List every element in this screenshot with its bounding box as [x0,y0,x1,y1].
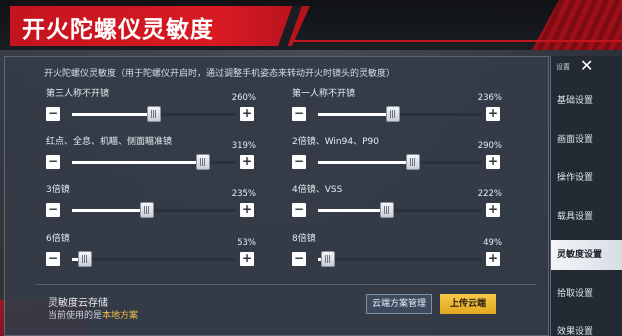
decrease-button[interactable]: − [292,203,306,217]
slider-label: 6倍镜 [46,234,70,244]
slider-fill [318,161,414,164]
slider-value: 222% [477,189,502,199]
slider-value: 319% [231,141,256,151]
slider-thumb[interactable] [147,106,161,122]
slider-fill [318,113,394,116]
slider-fill [318,209,387,212]
slider-thumb[interactable] [406,154,421,170]
close-icon: ✕ [580,56,594,75]
slider-track[interactable] [318,258,482,261]
slider-track[interactable] [318,161,482,164]
close-label: 设置 [556,63,570,71]
close-button[interactable]: 设置 ✕ [552,56,596,75]
slider-fill [72,113,154,116]
cloud-title: 灵敏度云存储 [48,298,108,309]
slider-thumb[interactable] [78,251,93,267]
slider-value: 53% [237,238,256,248]
slider-thumb[interactable] [320,251,335,267]
increase-button[interactable]: + [486,107,500,121]
decrease-button[interactable]: − [292,252,306,266]
increase-button[interactable]: + [240,107,254,121]
slider-thumb[interactable] [386,106,401,122]
slider-value: 235% [231,189,256,199]
slider-label: 8倍镜 [292,234,316,244]
cloud-manage-button[interactable]: 云端方案管理 [366,294,432,314]
sensitivity-slider-row: 红点、全息、机瞄、侧面瞄准镜 319% − + [46,134,256,174]
decrease-button[interactable]: − [292,155,306,169]
panel-description: 开火陀螺仪灵敏度（用于陀螺仪开启时，通过调整手机姿态来转动开火时镜头的灵敏度） [44,69,396,79]
header-stripe-decoration [532,0,622,50]
slider-fill [72,161,204,164]
sidebar-item[interactable]: 基础设置 [551,86,622,116]
sensitivity-slider-row: 第一人称不开镜 236% − + [292,86,502,126]
slider-value: 49% [483,238,502,248]
slider-thumb[interactable] [140,202,155,218]
sidebar-item[interactable]: 操作设置 [551,163,622,193]
slider-value: 260% [231,93,256,103]
slider-track[interactable] [72,258,236,261]
cloud-current-scheme: 当前使用的是本地方案 [48,308,138,321]
upload-cloud-button[interactable]: 上传云端 [440,294,496,314]
page-header: 开火陀螺仪灵敏度 [0,0,622,50]
slider-thumb[interactable] [196,154,211,170]
sidebar-item[interactable]: 效果设置 [551,317,622,336]
sidebar-item[interactable]: 灵敏度设置 [551,240,622,270]
slider-label: 第三人称不开镜 [46,89,110,99]
sensitivity-slider-row: 2倍镜、Win94、P90 290% − + [292,134,502,174]
page-title: 开火陀螺仪灵敏度 [22,17,214,43]
slider-track[interactable] [318,209,482,212]
decrease-button[interactable]: − [46,155,60,169]
sensitivity-slider-row: 6倍镜 53% − + [46,231,256,271]
slider-value: 236% [477,93,502,103]
sensitivity-slider-row: 8倍镜 49% − + [292,231,502,271]
slider-label: 4倍镜、VSS [292,185,343,195]
slider-value: 290% [477,141,502,151]
decrease-button[interactable]: − [292,107,306,121]
cloud-current-prefix: 当前使用的是 [48,311,103,321]
slider-label: 3倍镜 [46,185,70,195]
sensitivity-slider-row: 3倍镜 235% − + [46,182,256,222]
increase-button[interactable]: + [486,252,500,266]
sidebar-item[interactable]: 画面设置 [551,125,622,155]
slider-thumb[interactable] [379,202,394,218]
header-divider [250,40,622,42]
cloud-current-scheme-name: 本地方案 [102,311,139,321]
decrease-button[interactable]: − [46,252,60,266]
decrease-button[interactable]: − [46,203,60,217]
slider-label: 2倍镜、Win94、P90 [292,137,379,147]
sensitivity-slider-row: 4倍镜、VSS 222% − + [292,182,502,222]
decrease-button[interactable]: − [46,107,60,121]
increase-button[interactable]: + [486,203,500,217]
increase-button[interactable]: + [240,155,254,169]
slider-label: 第一人称不开镜 [292,89,356,99]
slider-label: 红点、全息、机瞄、侧面瞄准镜 [46,137,173,147]
slider-track[interactable] [72,161,236,164]
increase-button[interactable]: + [240,252,254,266]
sidebar-item[interactable]: 拾取设置 [551,279,622,309]
increase-button[interactable]: + [486,155,500,169]
sensitivity-slider-row: 第三人称不开镜 260% − + [46,86,256,126]
increase-button[interactable]: + [240,203,254,217]
slider-fill [72,209,148,212]
sidebar-item[interactable]: 载具设置 [551,202,622,232]
